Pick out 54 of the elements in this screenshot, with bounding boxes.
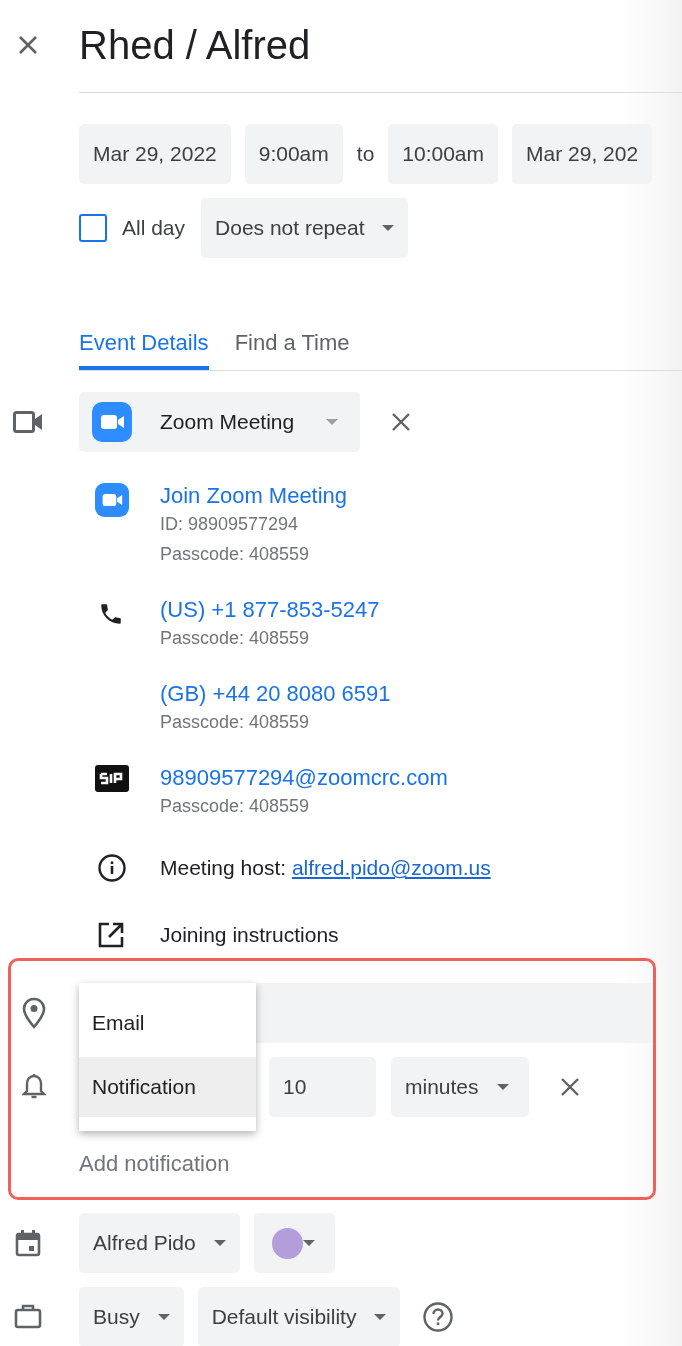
- join-detail: ID: 98909577294: [160, 513, 300, 536]
- event-title[interactable]: Rhed / Alfred: [79, 23, 311, 68]
- join-detail: Passcode: 408559: [160, 627, 311, 650]
- end-time-field[interactable]: 10:00am: [388, 124, 499, 184]
- join-link[interactable]: (GB) +44 20 8080 6591: [160, 681, 391, 707]
- availability-dropdown[interactable]: Busy: [79, 1287, 184, 1346]
- menu-item[interactable]: Notification: [79, 1057, 256, 1117]
- meeting-host-text: Meeting host: alfred.pido@zoom.us: [160, 856, 491, 880]
- join-link[interactable]: 98909577294@zoomcrc.com: [160, 765, 448, 791]
- joining-instructions-link[interactable]: Joining instructions: [160, 923, 339, 947]
- conference-dropdown[interactable]: Zoom Meeting: [79, 392, 360, 452]
- caret-icon: [374, 1314, 387, 1320]
- sip-icon: [95, 765, 129, 792]
- video-call-icon: [92, 402, 132, 442]
- time-unit-dropdown[interactable]: minutes: [391, 1057, 529, 1117]
- notification-time-field[interactable]: 10: [269, 1057, 376, 1117]
- start-time-field[interactable]: 9:00am: [244, 124, 343, 184]
- calendar-icon: [15, 1229, 41, 1257]
- join-detail: Passcode: 408559: [160, 711, 311, 734]
- join-link[interactable]: (US) +1 877-853-5247: [160, 597, 380, 623]
- tab[interactable]: Find a Time: [234, 316, 350, 370]
- host-email-link[interactable]: alfred.pido@zoom.us: [291, 856, 491, 879]
- phone-icon: [98, 601, 124, 627]
- bell-icon: [21, 1073, 46, 1101]
- briefcase-icon: [14, 1303, 42, 1329]
- open-in-new-icon: [98, 922, 124, 948]
- menu-item[interactable]: Email: [79, 983, 256, 1057]
- caret-icon: [326, 419, 339, 425]
- visibility-dropdown[interactable]: Default visibility: [197, 1287, 401, 1346]
- color-dropdown[interactable]: [253, 1213, 335, 1273]
- tab[interactable]: Event Details: [79, 316, 209, 370]
- caret-icon: [157, 1314, 170, 1320]
- help-icon[interactable]: [423, 1302, 454, 1332]
- location-pin-icon: [21, 997, 46, 1029]
- calendar-dropdown[interactable]: Alfred Pido: [79, 1213, 240, 1273]
- caret-icon: [382, 225, 395, 231]
- start-date-field[interactable]: Mar 29, 2022: [79, 124, 231, 184]
- caret-icon: [496, 1084, 509, 1090]
- join-link[interactable]: Join Zoom Meeting: [160, 483, 348, 509]
- video-call-icon: [95, 483, 129, 517]
- to-label: to: [356, 142, 375, 166]
- caret-icon: [213, 1240, 226, 1246]
- join-detail: Passcode: 408559: [160, 795, 311, 818]
- remove-conference-icon[interactable]: [391, 412, 411, 432]
- join-detail: Passcode: 408559: [160, 543, 311, 566]
- remove-notification-icon[interactable]: [560, 1077, 580, 1097]
- all-day-label[interactable]: All day: [122, 216, 186, 240]
- caret-icon: [302, 1240, 315, 1246]
- info-icon: [98, 854, 126, 882]
- end-date-field[interactable]: Mar 29, 202: [512, 124, 653, 184]
- video-camera-icon: [13, 411, 43, 433]
- all-day-checkbox[interactable]: [79, 214, 107, 242]
- add-notification-button[interactable]: Add notification: [79, 1151, 230, 1177]
- repeat-dropdown[interactable]: Does not repeat: [201, 198, 409, 258]
